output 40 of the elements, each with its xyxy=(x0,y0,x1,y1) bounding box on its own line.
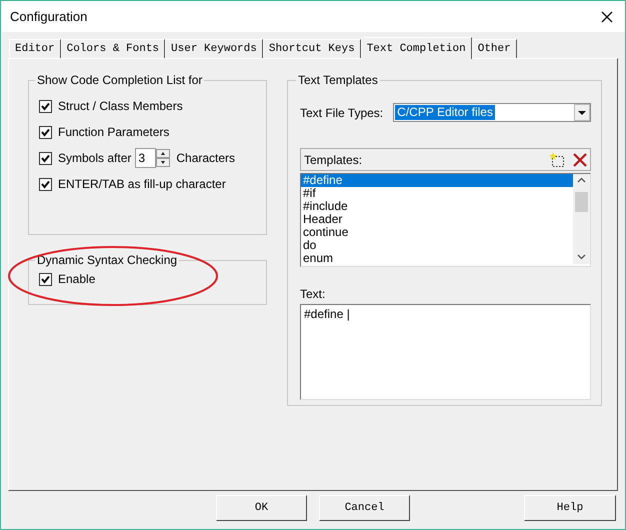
text-field[interactable]: #define | xyxy=(300,304,592,400)
close-icon[interactable] xyxy=(601,10,613,22)
spin-buttons[interactable] xyxy=(156,149,170,167)
list-item[interactable]: #define xyxy=(301,174,574,187)
tab[interactable]: Colors & Fonts xyxy=(60,39,166,58)
tab[interactable]: Other xyxy=(472,39,517,58)
unit-label: Characters xyxy=(176,151,236,165)
list-item[interactable]: do xyxy=(301,239,574,252)
checkbox-label: Symbols after xyxy=(58,151,132,165)
checkbox-label: Enable xyxy=(58,272,96,286)
checkbox[interactable] xyxy=(39,100,52,112)
field-label: Text File Types: xyxy=(300,106,384,120)
list-item[interactable]: #include xyxy=(301,200,574,213)
list-item[interactable]: #if xyxy=(301,187,574,200)
checkbox[interactable] xyxy=(39,126,52,138)
checkbox-label: ENTER/TAB as fill-up character xyxy=(58,177,226,191)
list-item[interactable]: continue xyxy=(301,226,574,239)
file-types-dropdown[interactable]: C/CPP Editor files xyxy=(393,103,592,122)
dialog-button[interactable]: Help xyxy=(524,495,616,521)
group-title: Show Code Completion List for xyxy=(36,73,204,87)
checkbox-label: Function Parameters xyxy=(58,125,170,139)
dialog-button[interactable]: Cancel xyxy=(319,495,410,521)
checkbox[interactable] xyxy=(39,178,52,190)
tab[interactable]: User Keywords xyxy=(165,39,263,58)
number-field[interactable]: 3 xyxy=(135,148,156,168)
tab[interactable]: Shortcut Keys xyxy=(262,39,361,58)
checkbox-label: Struct / Class Members xyxy=(58,99,183,113)
group-title: Dynamic Syntax Checking xyxy=(36,253,178,267)
window-title: Configuration xyxy=(10,9,88,24)
list-item[interactable]: enum xyxy=(301,252,574,265)
list-label: Templates: xyxy=(304,152,362,166)
field-label: Text: xyxy=(300,287,326,301)
tab[interactable]: Editor xyxy=(9,39,61,58)
list-item[interactable]: Header xyxy=(301,213,574,226)
checkbox[interactable] xyxy=(39,272,52,286)
scrollbar[interactable] xyxy=(573,174,590,264)
dialog-button[interactable]: OK xyxy=(216,495,307,521)
tab[interactable]: Text Completion xyxy=(360,37,472,59)
checkbox[interactable] xyxy=(39,152,52,164)
group-title: Text Templates xyxy=(297,73,379,87)
